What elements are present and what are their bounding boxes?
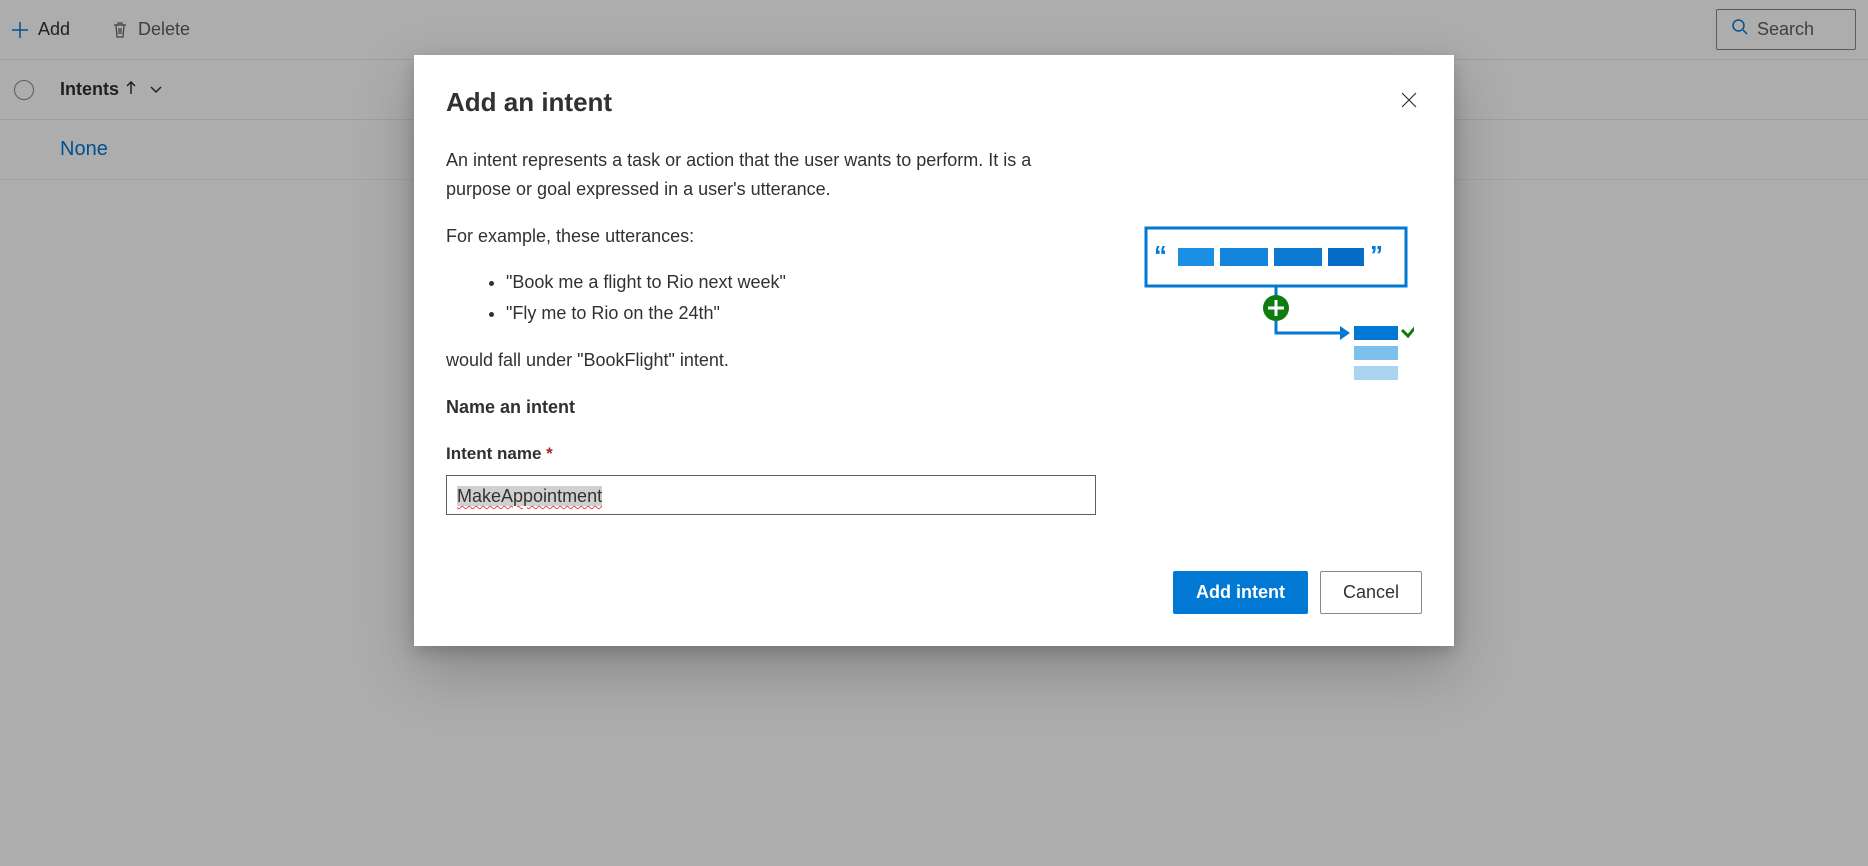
add-intent-modal: Add an intent An intent represents a tas… bbox=[414, 55, 1454, 646]
modal-content-left: An intent represents a task or action th… bbox=[446, 146, 1096, 515]
modal-title: Add an intent bbox=[446, 87, 612, 118]
svg-text:”: ” bbox=[1370, 240, 1383, 270]
intent-name-label: Intent name * bbox=[446, 440, 1096, 467]
intent-name-value: MakeAppointment bbox=[457, 486, 602, 506]
modal-example-intro: For example, these utterances: bbox=[446, 222, 1096, 251]
svg-text:“: “ bbox=[1154, 240, 1167, 270]
cancel-button[interactable]: Cancel bbox=[1320, 571, 1422, 614]
modal-footer: Add intent Cancel bbox=[446, 571, 1422, 614]
modal-description: An intent represents a task or action th… bbox=[446, 146, 1096, 204]
modal-header: Add an intent bbox=[446, 87, 1422, 118]
required-asterisk: * bbox=[546, 444, 553, 463]
close-button[interactable] bbox=[1396, 87, 1422, 116]
modal-body: An intent represents a task or action th… bbox=[446, 146, 1422, 515]
example-item: "Fly me to Rio on the 24th" bbox=[506, 299, 1096, 328]
close-icon bbox=[1400, 97, 1418, 112]
intent-name-input[interactable]: MakeAppointment bbox=[446, 475, 1096, 515]
modal-example-outro: would fall under "BookFlight" intent. bbox=[446, 346, 1096, 375]
modal-example-list: "Book me a flight to Rio next week" "Fly… bbox=[506, 268, 1096, 328]
section-label: Name an intent bbox=[446, 393, 1096, 422]
example-item: "Book me a flight to Rio next week" bbox=[506, 268, 1096, 297]
add-intent-button[interactable]: Add intent bbox=[1173, 571, 1308, 614]
modal-illustration: “ ” bbox=[1136, 146, 1422, 515]
intent-illustration-icon: “ ” bbox=[1144, 226, 1414, 396]
